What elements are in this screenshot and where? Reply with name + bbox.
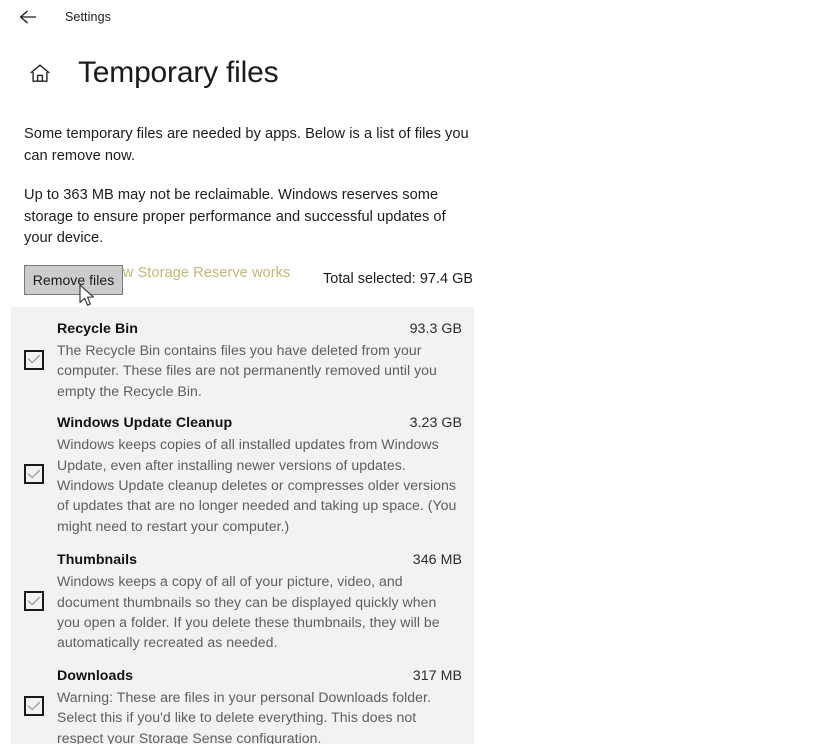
total-selected-label: Total selected: 97.4 GB — [323, 271, 473, 287]
home-icon[interactable] — [22, 63, 58, 84]
file-size: 317 MB — [412, 667, 462, 684]
file-size: 346 MB — [412, 552, 462, 569]
file-description: Windows keeps a copy of all of your pict… — [57, 573, 440, 651]
file-checkbox[interactable] — [24, 464, 44, 485]
remove-files-button[interactable]: Remove files — [24, 265, 123, 295]
file-header-row: Windows Update Cleanup 3.23 GB — [57, 413, 462, 433]
file-size: 3.23 GB — [409, 415, 462, 432]
file-details: Thumbnails 346 MB Windows keeps a copy o… — [57, 549, 474, 653]
checkmark-icon — [27, 701, 41, 712]
window-title: Settings — [65, 9, 111, 24]
checkbox-cell[interactable] — [11, 696, 57, 717]
page-header: Temporary files — [0, 52, 500, 94]
title-bar: Settings — [0, 0, 817, 34]
file-header-row: Recycle Bin 93.3 GB — [57, 319, 462, 339]
file-details: Windows Update Cleanup 3.23 GB Windows k… — [57, 412, 474, 536]
description-paragraph-1: Some temporary files are needed by apps.… — [24, 126, 469, 164]
file-details: Downloads 317 MB Warning: These are file… — [57, 665, 474, 744]
checkmark-icon — [27, 596, 41, 607]
file-name: Downloads — [57, 667, 134, 684]
checkbox-cell[interactable] — [11, 349, 57, 370]
description-paragraph-2: Up to 363 MB may not be reclaimable. Win… — [24, 187, 446, 246]
file-name: Windows Update Cleanup — [57, 415, 233, 432]
file-description: Warning: These are files in your persona… — [57, 688, 431, 744]
file-checkbox[interactable] — [24, 696, 44, 717]
checkmark-icon — [27, 469, 41, 480]
back-arrow-icon — [18, 9, 38, 25]
file-list-item[interactable]: Recycle Bin 93.3 GB The Recycle Bin cont… — [11, 307, 474, 401]
file-name: Recycle Bin — [57, 321, 138, 337]
file-list-item[interactable]: Windows Update Cleanup 3.23 GB Windows k… — [11, 401, 474, 536]
file-description: Windows keeps copies of all installed up… — [57, 436, 457, 534]
file-name: Thumbnails — [57, 552, 138, 569]
file-details: Recycle Bin 93.3 GB The Recycle Bin cont… — [57, 318, 474, 401]
file-header-row: Thumbnails 346 MB — [57, 550, 462, 570]
file-checkbox[interactable] — [24, 591, 44, 612]
checkbox-cell[interactable] — [11, 464, 57, 485]
file-list-item[interactable]: Downloads 317 MB Warning: These are file… — [11, 653, 474, 744]
action-row: Remove files Total selected: 97.4 GB — [0, 263, 500, 299]
description-block: Some temporary files are needed by apps.… — [24, 124, 476, 283]
page-title: Temporary files — [78, 56, 279, 90]
checkbox-cell[interactable] — [11, 591, 57, 612]
file-description: The Recycle Bin contains files you have … — [57, 342, 437, 399]
file-checkbox[interactable] — [24, 349, 44, 370]
checkmark-icon — [27, 354, 41, 365]
file-header-row: Downloads 317 MB — [57, 666, 462, 686]
temporary-files-list: Recycle Bin 93.3 GB The Recycle Bin cont… — [11, 307, 474, 744]
back-button[interactable] — [8, 2, 48, 32]
file-list-item[interactable]: Thumbnails 346 MB Windows keeps a copy o… — [11, 536, 474, 653]
file-size: 93.3 GB — [409, 321, 462, 337]
settings-window: Settings Temporary files Some temporary … — [0, 0, 817, 744]
